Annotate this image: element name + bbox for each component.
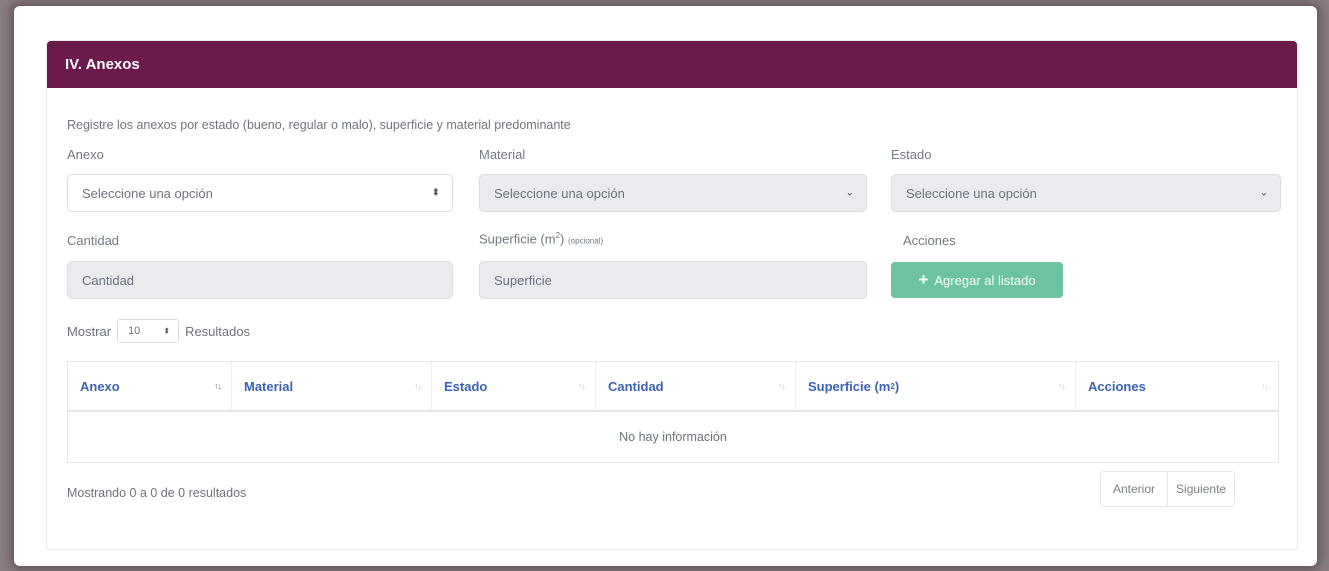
anexo-select[interactable]: Seleccione una opción ⬍: [67, 174, 453, 212]
superficie-input[interactable]: Superficie: [479, 261, 867, 299]
column-header-acciones[interactable]: Acciones ↑↓: [1076, 362, 1278, 410]
table-info: Mostrando 0 a 0 de 0 resultados: [67, 486, 247, 500]
page-size-value: 10: [128, 325, 141, 337]
column-header-anexo[interactable]: Anexo ↑↓: [68, 362, 232, 410]
length-suffix: Resultados: [185, 323, 251, 339]
superficie-placeholder: Superficie: [494, 272, 552, 288]
next-page-button[interactable]: Siguiente: [1167, 472, 1235, 506]
pagination: Anterior Siguiente: [1100, 471, 1236, 507]
sort-icon: ↑↓: [778, 381, 786, 391]
sort-icon: ↑↓: [214, 381, 222, 391]
page-size-select[interactable]: 10 ⬍: [117, 319, 180, 343]
column-header-superficie[interactable]: Superficie (m 2) ↑↓: [796, 362, 1076, 410]
anexo-label: Anexo: [67, 147, 104, 162]
empty-message: No hay información: [619, 430, 727, 444]
anexo-select-value: Seleccione una opción: [82, 185, 213, 201]
length-prefix: Mostrar: [67, 323, 112, 339]
sort-icon: ↑↓: [1261, 381, 1269, 391]
add-to-list-label: Agregar al listado: [934, 272, 1036, 288]
chevron-down-icon: ⌄: [845, 187, 854, 199]
cantidad-placeholder: Cantidad: [82, 272, 135, 288]
sort-icon: ↑↓: [414, 381, 422, 391]
acciones-label: Acciones: [903, 233, 956, 248]
section-title: IV. Anexos: [65, 56, 140, 73]
material-select-value: Seleccione una opción: [494, 185, 625, 201]
sort-updown-icon: ⬍: [431, 187, 440, 199]
material-select[interactable]: Seleccione una opción ⌄: [479, 174, 867, 212]
superficie-label: Superficie (m2) (opcional): [479, 231, 604, 247]
sort-updown-icon: ⬍: [163, 326, 171, 336]
plus-icon: +: [918, 270, 929, 289]
section-header: IV. Anexos: [47, 41, 1297, 88]
sort-icon: ↑↓: [1058, 381, 1066, 391]
estado-label: Estado: [891, 147, 932, 162]
previous-page-button[interactable]: Anterior: [1101, 472, 1168, 506]
optional-tag: (opcional): [568, 236, 604, 246]
table-length-control: Mostrar 10 ⬍ Resultados: [67, 319, 250, 343]
cantidad-input[interactable]: Cantidad: [67, 261, 453, 299]
anexos-card: IV. Anexos Registre los anexos por estad…: [46, 40, 1298, 550]
chevron-down-icon: ⌄: [1259, 187, 1268, 199]
estado-select-value: Seleccione una opción: [906, 185, 1037, 201]
column-header-cantidad[interactable]: Cantidad ↑↓: [596, 362, 796, 410]
estado-select[interactable]: Seleccione una opción ⌄: [891, 174, 1281, 212]
material-label: Material: [479, 147, 526, 162]
intro-text: Registre los anexos por estado (bueno, r…: [67, 118, 571, 132]
cantidad-label: Cantidad: [67, 233, 120, 248]
column-header-material[interactable]: Material ↑↓: [232, 362, 432, 410]
anexos-table: Anexo ↑↓ Material ↑↓ Estado ↑↓ Cantidad …: [67, 361, 1279, 463]
add-to-list-button[interactable]: + Agregar al listado: [891, 262, 1063, 298]
sort-icon: ↑↓: [578, 381, 586, 391]
column-header-estado[interactable]: Estado ↑↓: [432, 362, 596, 410]
table-header-row: Anexo ↑↓ Material ↑↓ Estado ↑↓ Cantidad …: [68, 362, 1278, 412]
table-empty-row: No hay información: [68, 412, 1278, 462]
